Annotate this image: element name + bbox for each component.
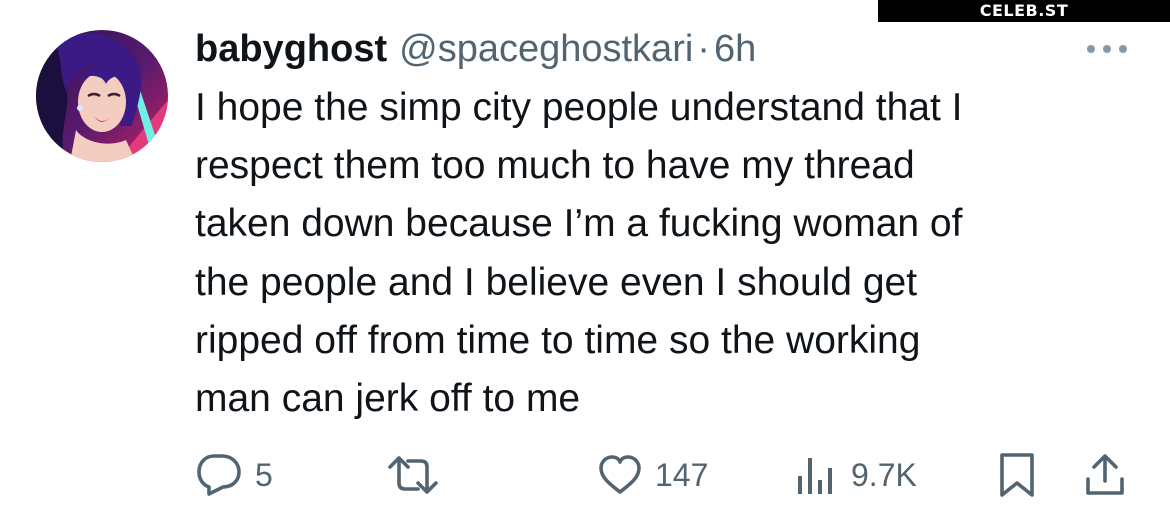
display-name[interactable]: babyghost [195,26,387,72]
retweet-icon [388,456,438,494]
heart-icon [599,455,641,494]
like-button[interactable]: 147 [597,450,708,500]
views-chart-icon [798,458,832,494]
avatar[interactable] [36,30,168,162]
avatar-image [36,30,168,162]
views-button[interactable]: 9.7K [795,450,917,500]
share-button[interactable] [1083,450,1127,500]
more-horizontal-icon [1087,45,1127,53]
separator-dot: · [697,28,710,70]
reply-bubble-icon [197,454,241,496]
like-count: 147 [655,456,709,493]
tweet-header: babyghost @spaceghostkari · 6h [195,26,756,72]
share-icon [1086,454,1124,495]
tweet-text: I hope the simp city people understand t… [195,86,963,421]
more-options-button[interactable] [1082,40,1132,60]
watermark: CELEB.ST [878,0,1170,22]
retweet-button[interactable] [385,450,453,500]
reply-button[interactable]: 5 [195,450,273,500]
user-handle[interactable]: @spaceghostkari [399,26,693,72]
bookmark-button[interactable] [997,450,1037,500]
view-count: 9.7K [851,456,917,493]
reply-count: 5 [255,456,273,493]
bookmark-icon [1000,453,1034,497]
timestamp[interactable]: 6h [714,26,756,72]
